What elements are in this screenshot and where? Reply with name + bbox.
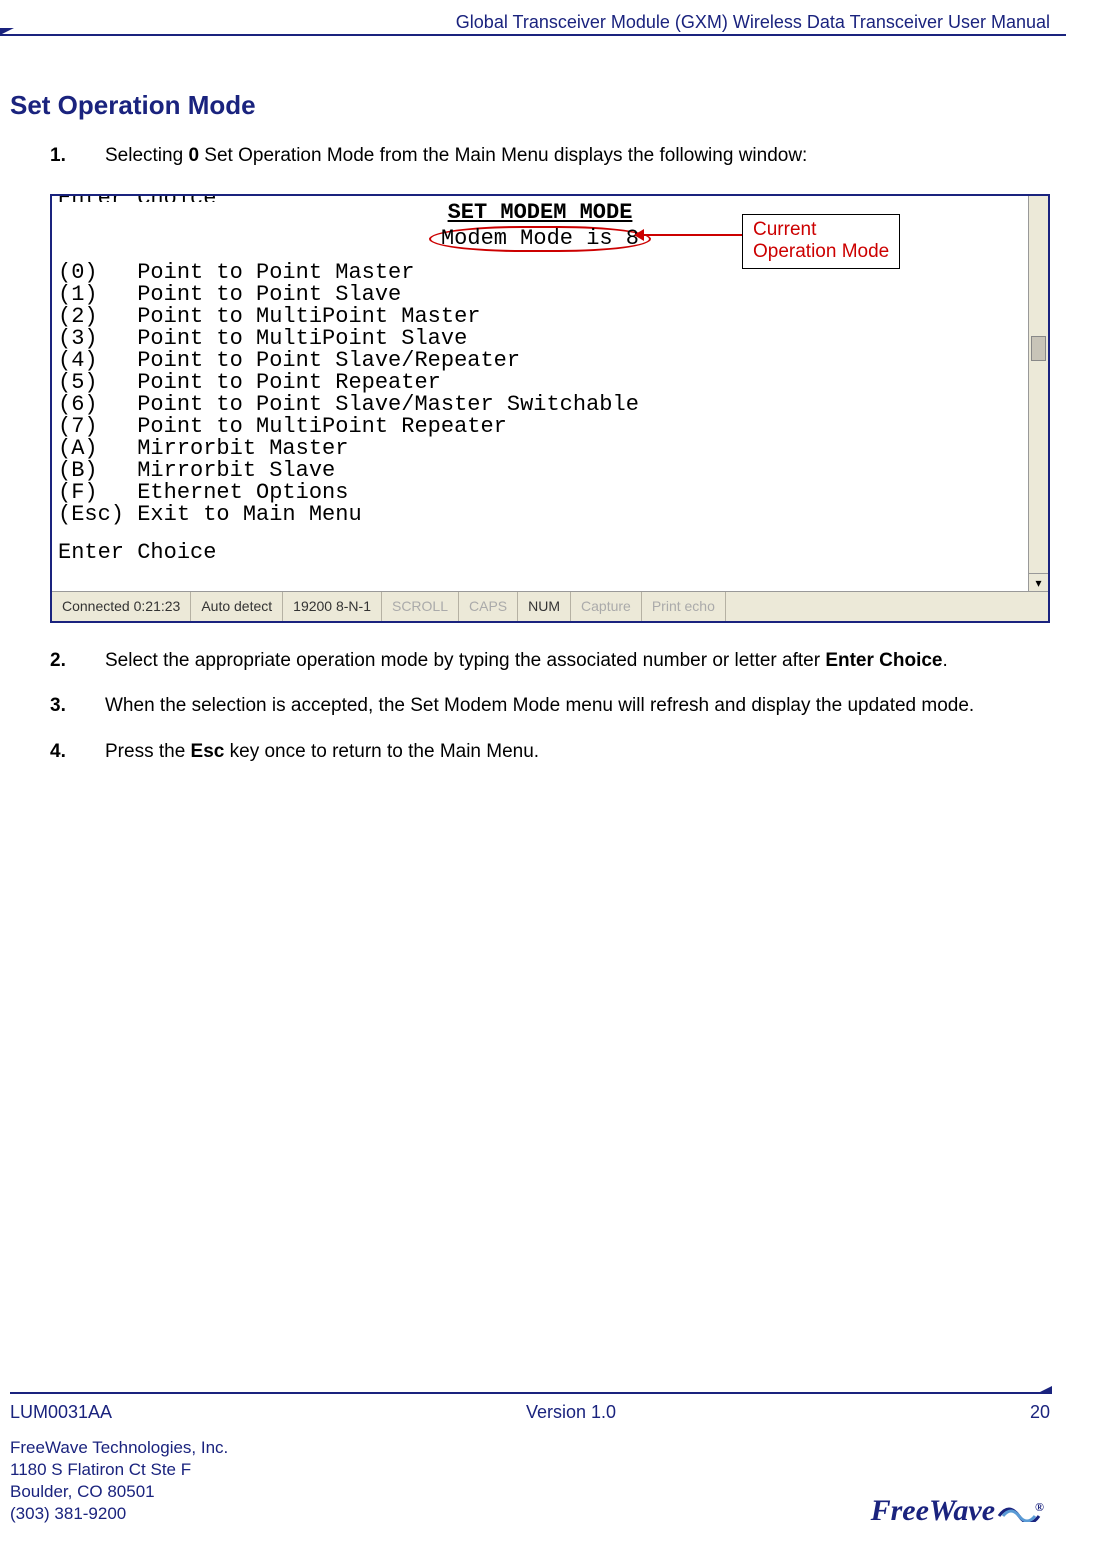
step-number: 1. bbox=[50, 143, 66, 169]
step-text: . bbox=[943, 650, 948, 671]
step-text: key once to return to the Main Menu. bbox=[224, 741, 539, 762]
footer-version: Version 1.0 bbox=[526, 1402, 616, 1423]
status-echo: Print echo bbox=[642, 592, 726, 621]
status-caps: CAPS bbox=[459, 592, 518, 621]
status-detect: Auto detect bbox=[191, 592, 283, 621]
menu-item: (Esc) Exit to Main Menu bbox=[58, 504, 1022, 526]
header-rule bbox=[0, 34, 1066, 36]
header-title: Global Transceiver Module (GXM) Wireless… bbox=[456, 12, 1050, 33]
content: Set Operation Mode 1. Selecting 0 Set Op… bbox=[10, 40, 1050, 765]
page-footer: LUM0031AA Version 1.0 20 FreeWave Techno… bbox=[10, 1392, 1050, 1525]
status-capture: Capture bbox=[571, 592, 642, 621]
step-text: Press the bbox=[105, 741, 191, 762]
steps-list: 1. Selecting 0 Set Operation Mode from t… bbox=[10, 143, 1030, 169]
menu-item: (2) Point to MultiPoint Master bbox=[58, 306, 1022, 328]
freewave-logo: FreeWave ® bbox=[871, 1494, 1050, 1530]
terminal-menu-list: (0) Point to Point Master (1) Point to P… bbox=[58, 262, 1022, 526]
logo-text: FreeWave bbox=[871, 1494, 995, 1527]
step-number: 2. bbox=[50, 648, 66, 674]
menu-item: (4) Point to Point Slave/Repeater bbox=[58, 350, 1022, 372]
scrollbar-down-icon[interactable]: ▾ bbox=[1029, 573, 1048, 591]
step-text: When the selection is accepted, the Set … bbox=[105, 695, 974, 716]
step-bold: Enter Choice bbox=[825, 650, 942, 671]
step-2: 2. Select the appropriate operation mode… bbox=[50, 648, 1030, 674]
footer-page-number: 20 bbox=[1030, 1402, 1050, 1423]
step-text: Select the appropriate operation mode by… bbox=[105, 650, 825, 671]
page: Global Transceiver Module (GXM) Wireless… bbox=[0, 0, 1110, 1565]
callout-arrow-icon bbox=[642, 234, 742, 236]
footer-row: LUM0031AA Version 1.0 20 bbox=[10, 1402, 1050, 1423]
modem-mode-indicator: Modem Mode is 8 bbox=[429, 226, 651, 252]
callout-label: Current Operation Mode bbox=[742, 214, 900, 270]
menu-item: (7) Point to MultiPoint Repeater bbox=[58, 416, 1022, 438]
terminal-prompt: Enter Choice bbox=[58, 542, 1022, 564]
step-text: Selecting bbox=[105, 145, 188, 166]
menu-item: (3) Point to MultiPoint Slave bbox=[58, 328, 1022, 350]
footer-company: FreeWave Technologies, Inc. bbox=[10, 1437, 1050, 1459]
registered-icon: ® bbox=[1035, 1500, 1044, 1514]
terminal-figure: Enter Choice SET MODEM MODE Modem Mode i… bbox=[50, 194, 1050, 623]
menu-item: (A) Mirrorbit Master bbox=[58, 438, 1022, 460]
status-baud: 19200 8-N-1 bbox=[283, 592, 382, 621]
step-text: Set Operation Mode from the Main Menu di… bbox=[199, 145, 807, 166]
menu-item: (B) Mirrorbit Slave bbox=[58, 460, 1022, 482]
status-scroll: SCROLL bbox=[382, 592, 459, 621]
step-number: 4. bbox=[50, 739, 66, 765]
scrollbar-thumb[interactable] bbox=[1031, 336, 1046, 361]
step-4: 4. Press the Esc key once to return to t… bbox=[50, 739, 1030, 765]
footer-street: 1180 S Flatiron Ct Ste F bbox=[10, 1459, 1050, 1481]
status-num: NUM bbox=[518, 592, 571, 621]
page-header: Global Transceiver Module (GXM) Wireless… bbox=[10, 10, 1050, 40]
footer-rule bbox=[10, 1392, 1050, 1394]
section-heading: Set Operation Mode bbox=[10, 90, 1030, 121]
footer-doc-id: LUM0031AA bbox=[10, 1402, 112, 1423]
step-bold: Esc bbox=[191, 741, 225, 762]
step-1: 1. Selecting 0 Set Operation Mode from t… bbox=[50, 143, 1030, 169]
steps-list-cont: 2. Select the appropriate operation mode… bbox=[10, 648, 1030, 765]
menu-item: (5) Point to Point Repeater bbox=[58, 372, 1022, 394]
statusbar: Connected 0:21:23 Auto detect 19200 8-N-… bbox=[52, 591, 1048, 621]
step-bold: 0 bbox=[188, 145, 199, 166]
step-3: 3. When the selection is accepted, the S… bbox=[50, 693, 1030, 719]
scrollbar[interactable]: ▾ bbox=[1028, 196, 1048, 591]
menu-item: (F) Ethernet Options bbox=[58, 482, 1022, 504]
status-connected: Connected 0:21:23 bbox=[52, 592, 191, 621]
menu-item: (1) Point to Point Slave bbox=[58, 284, 1022, 306]
menu-item: (6) Point to Point Slave/Master Switchab… bbox=[58, 394, 1022, 416]
step-number: 3. bbox=[50, 693, 66, 719]
footer-corner-icon bbox=[1036, 1386, 1052, 1394]
